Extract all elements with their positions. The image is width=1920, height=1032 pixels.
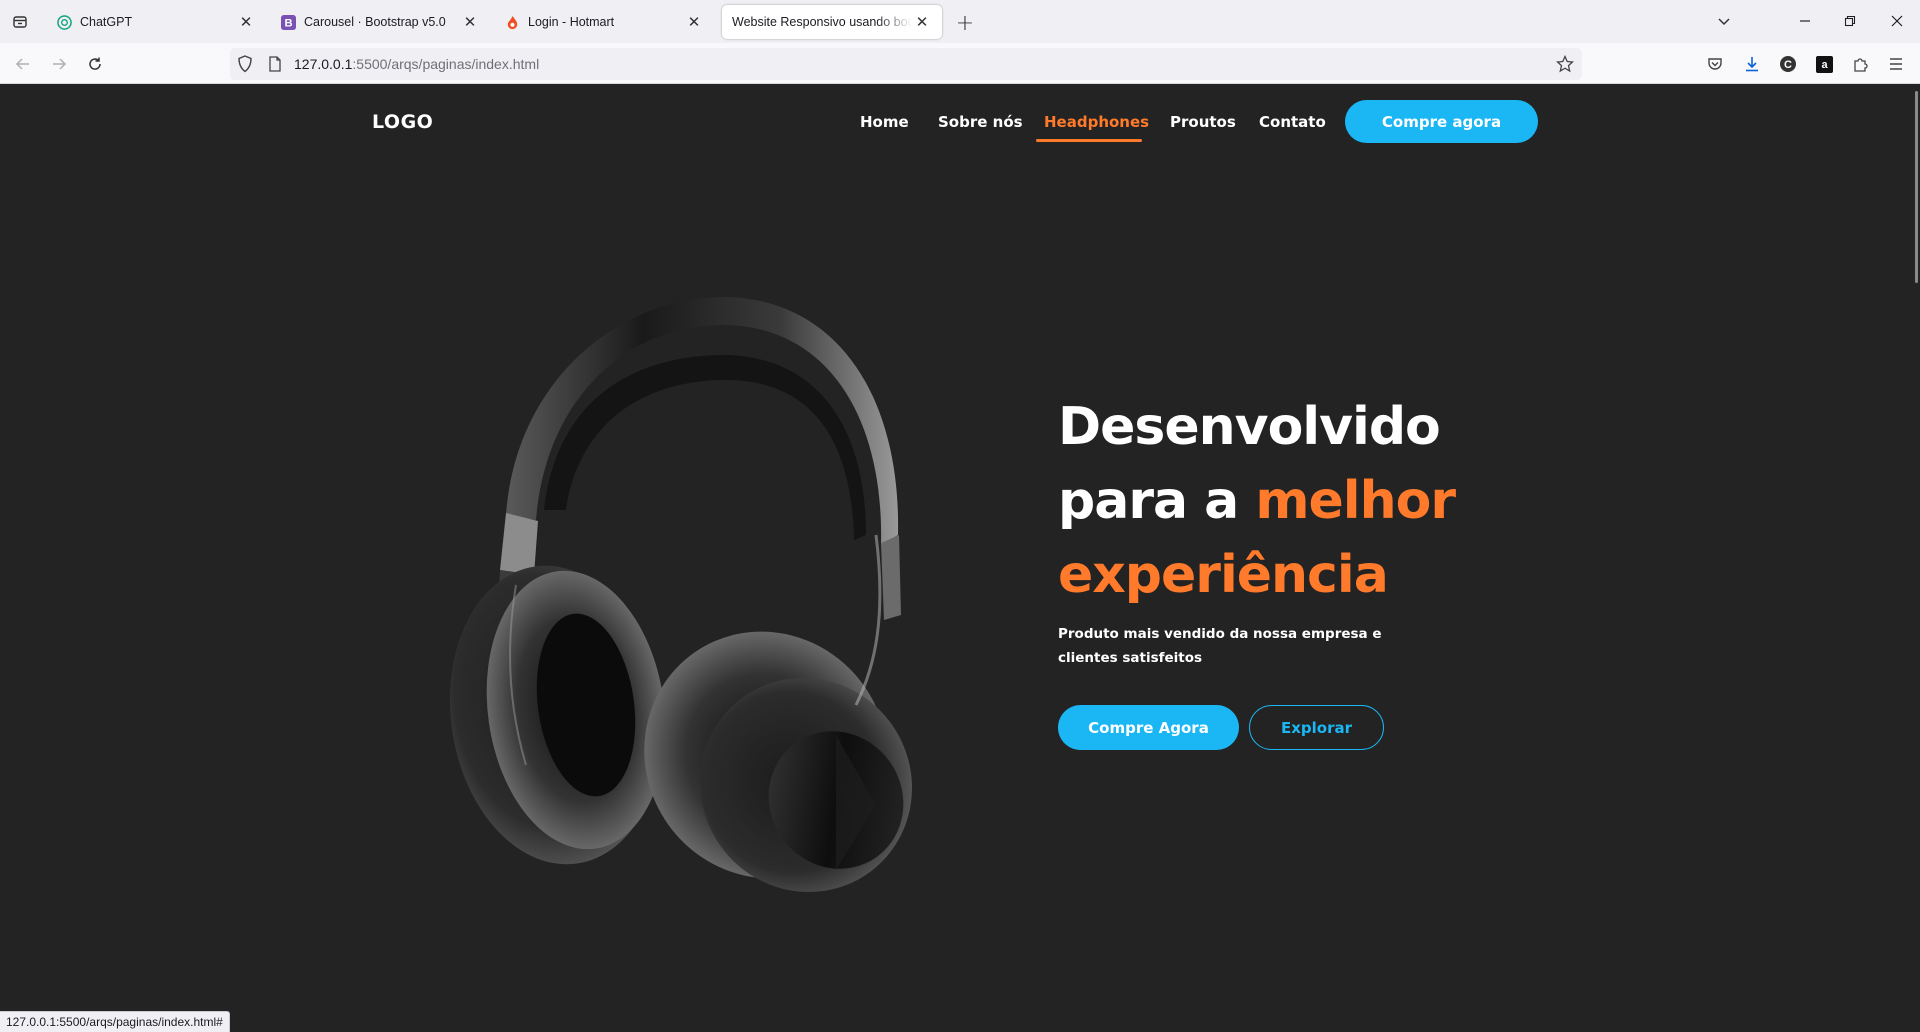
restore-icon[interactable]	[1836, 8, 1864, 34]
bootstrap-icon: B	[280, 14, 296, 30]
nav-link-sobre-nos[interactable]: Sobre nós	[938, 113, 1023, 131]
tab-chatgpt[interactable]: ChatGPT ✕	[46, 5, 266, 39]
shield-icon[interactable]	[237, 55, 253, 77]
headphones-image	[449, 296, 912, 893]
tab-title: Login - Hotmart	[528, 15, 615, 29]
tab-title: Website Responsivo usando bootstrap	[732, 15, 912, 29]
tab-hotmart[interactable]: Login - Hotmart ✕	[494, 5, 714, 39]
svg-text:a: a	[1821, 59, 1828, 71]
url-path: :5500/arqs/paginas/index.html	[352, 56, 540, 72]
hero-heading-accent-experiencia: experiência	[1058, 545, 1389, 605]
bookmark-star-icon[interactable]	[1555, 54, 1575, 77]
explorar-button[interactable]: Explorar	[1249, 705, 1384, 750]
url-bar[interactable]: 127.0.0.1:5500/arqs/paginas/index.html	[230, 48, 1582, 80]
list-all-tabs-icon[interactable]	[1710, 8, 1738, 34]
hero-heading: Desenvolvido para a melhor experiência	[1058, 390, 1618, 612]
close-icon[interactable]: ✕	[236, 12, 256, 32]
page-scrollbar[interactable]	[1915, 91, 1918, 283]
site-logo[interactable]: LOGO	[372, 111, 433, 133]
extension-c-icon[interactable]: C	[1775, 51, 1801, 77]
compre-agora-nav-button[interactable]: Compre agora	[1345, 100, 1538, 143]
hero-heading-line1: Desenvolvido	[1058, 397, 1441, 457]
tab-list-icon[interactable]	[8, 10, 32, 34]
tab-title: ChatGPT	[80, 15, 133, 29]
menu-hamburger-icon[interactable]	[1883, 51, 1909, 77]
tab-active-website[interactable]: Website Responsivo usando bootstrap ✕	[722, 5, 942, 39]
status-bar-url: 127.0.0.1:5500/arqs/paginas/index.html#	[0, 1011, 230, 1032]
tab-title: Carousel · Bootstrap v5.0	[304, 15, 446, 29]
close-icon[interactable]: ✕	[460, 12, 480, 32]
back-icon[interactable]	[10, 51, 36, 77]
nav-link-produtos[interactable]: Proutos	[1170, 113, 1236, 131]
hero-heading-line2a: para a	[1058, 471, 1256, 531]
nav-link-contato[interactable]: Contato	[1259, 113, 1326, 131]
nav-link-home[interactable]: Home	[860, 113, 909, 131]
minimize-icon[interactable]	[1791, 8, 1819, 34]
page-icon[interactable]	[268, 56, 282, 76]
url-host: 127.0.0.1	[294, 56, 353, 72]
pocket-icon[interactable]	[1702, 51, 1728, 77]
svg-text:B: B	[284, 17, 292, 29]
close-icon[interactable]: ✕	[684, 12, 704, 32]
web-page: LOGO Home Sobre nós Headphones Proutos C…	[0, 85, 1920, 1032]
hotmart-icon	[504, 14, 520, 30]
compre-agora-hero-button[interactable]: Compre Agora	[1058, 705, 1239, 750]
tab-bootstrap[interactable]: B Carousel · Bootstrap v5.0 ✕	[270, 5, 490, 39]
download-icon[interactable]	[1739, 51, 1765, 77]
active-nav-indicator	[1036, 139, 1142, 142]
browser-tab-bar: ChatGPT ✕ B Carousel · Bootstrap v5.0 ✕ …	[0, 0, 1920, 43]
reload-icon[interactable]	[82, 51, 108, 77]
hero-heading-accent-melhor: melhor	[1255, 471, 1456, 531]
forward-icon[interactable]	[46, 51, 72, 77]
hero-heading-line2: para a melhor	[1058, 464, 1618, 538]
svg-text:C: C	[1784, 59, 1792, 71]
extensions-puzzle-icon[interactable]	[1847, 51, 1873, 77]
url-text[interactable]: 127.0.0.1:5500/arqs/paginas/index.html	[294, 56, 539, 72]
amazon-extension-icon[interactable]: a	[1811, 51, 1837, 77]
close-icon[interactable]: ✕	[912, 12, 932, 32]
nav-link-headphones[interactable]: Headphones	[1044, 113, 1149, 131]
close-window-icon[interactable]	[1883, 8, 1911, 34]
browser-toolbar: 127.0.0.1:5500/arqs/paginas/index.html C…	[0, 43, 1920, 84]
hero-subtitle: Produto mais vendido da nossa empresa e …	[1058, 626, 1382, 666]
chatgpt-icon	[56, 14, 72, 30]
new-tab-icon[interactable]: +	[953, 11, 977, 36]
